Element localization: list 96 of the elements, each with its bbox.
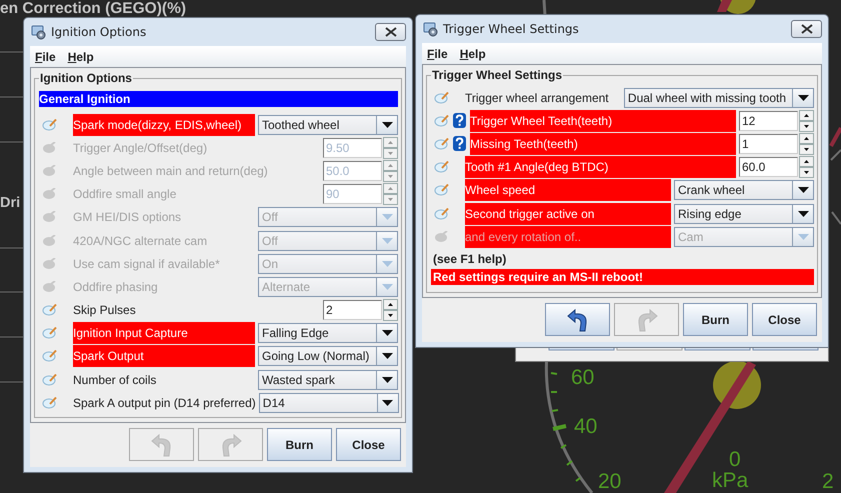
group-title: Ignition Options	[39, 71, 133, 85]
setting-label: Trigger wheel arrangement	[465, 90, 610, 107]
setting-label: Trigger Wheel Teeth(teeth)	[470, 110, 736, 132]
setting-label: Wheel speed	[465, 179, 671, 202]
setting-label: 420A/NGC alternate cam	[73, 232, 208, 250]
number-field[interactable]: 2	[323, 300, 382, 320]
dropdown[interactable]: Rising edge	[674, 204, 814, 224]
caret-icon	[382, 353, 392, 360]
dropdown[interactable]: Going Low (Normal)	[258, 346, 398, 366]
caret-icon	[382, 400, 394, 406]
window-title: Trigger Wheel Settings	[443, 22, 580, 36]
gauge-value: 0	[729, 448, 741, 471]
caret-icon	[798, 187, 808, 194]
scale-label: 60	[571, 366, 594, 389]
spinner-arrows[interactable]	[799, 132, 814, 155]
app-icon	[30, 24, 46, 40]
setting-label: Angle between main and return(deg)	[73, 162, 269, 180]
caret-icon	[798, 94, 808, 101]
gauge-needle	[829, 127, 841, 147]
setting-label: and every rotation of..	[465, 226, 671, 248]
gauge-title: Dri	[0, 195, 20, 211]
burn-button[interactable]: Burn	[267, 428, 332, 462]
setting-label: Missing Teeth(teeth)	[470, 132, 736, 155]
close-button[interactable]	[375, 23, 406, 41]
setting-label: Tooth #1 Angle(deg BTDC)	[465, 156, 736, 178]
caret-icon	[382, 260, 392, 267]
section-header: General Ignition	[39, 91, 398, 107]
scale-label: 40	[574, 415, 598, 438]
caret-icon	[382, 284, 392, 290]
edit-icon[interactable]	[434, 161, 450, 174]
setting-label: Skip Pulses	[73, 302, 137, 320]
edit-icon[interactable]	[434, 208, 450, 220]
caret-icon	[382, 376, 392, 383]
spinner-arrows[interactable]	[799, 156, 814, 178]
warning-banner: Red settings require an MS-II reboot!	[431, 269, 814, 286]
setting-label: Ignition Input Capture	[73, 322, 255, 344]
close-button[interactable]: Close	[752, 303, 817, 336]
scale-label: 20	[598, 470, 622, 493]
edit-icon[interactable]	[434, 92, 450, 104]
setting-label: Spark A output pin (D14 preferred)	[73, 394, 256, 412]
setting-label: Use cam signal if available*	[73, 256, 221, 273]
spinner-arrows[interactable]	[383, 299, 398, 322]
setting-label: Oddfire small angle	[73, 186, 178, 204]
close-icon	[800, 24, 812, 34]
help-icon[interactable]	[453, 113, 466, 128]
close-button[interactable]	[791, 20, 822, 38]
number-field[interactable]: 12	[739, 110, 798, 131]
edit-icon[interactable]	[42, 396, 58, 409]
edit-icon[interactable]	[434, 184, 450, 196]
edit-icon[interactable]	[42, 374, 58, 386]
edit-icon[interactable]	[42, 327, 58, 340]
scale-label: 2	[822, 470, 834, 493]
gauge-arc	[830, 149, 841, 161]
gauge-needle	[717, 0, 732, 12]
dropdown[interactable]: Toothed wheel	[258, 114, 398, 135]
dropdown[interactable]: Crank wheel	[674, 180, 814, 200]
menu-item[interactable]: Help	[460, 46, 486, 60]
number-field[interactable]: 1	[739, 134, 798, 154]
close-icon	[384, 27, 396, 37]
caret-icon	[798, 210, 808, 217]
edit-icon[interactable]	[42, 350, 58, 362]
dropdown[interactable]: Dual wheel with missing tooth	[624, 88, 814, 108]
setting-label: Spark mode(dizzy, EDIS,wheel)	[73, 114, 255, 136]
dropdown[interactable]: Falling Edge	[258, 323, 398, 344]
app-icon	[422, 21, 438, 37]
setting-label: Number of coils	[73, 372, 158, 389]
caret-icon	[382, 122, 392, 128]
close-button[interactable]: Close	[336, 428, 401, 462]
menu-item[interactable]: File	[427, 46, 448, 60]
setting-label: Trigger Angle/Offset(deg)	[73, 140, 208, 157]
dropdown[interactable]: Wasted spark	[258, 370, 398, 390]
caret-icon	[382, 330, 392, 336]
gauge-arc	[831, 211, 841, 225]
group-title: Trigger Wheel Settings	[431, 68, 564, 82]
dropdown[interactable]: D14	[258, 392, 399, 413]
setting-label: Spark Output	[73, 345, 255, 368]
caret-icon	[382, 214, 392, 220]
window-title: Ignition Options	[51, 25, 148, 39]
gauge-title: en Correction (GEGO)(%)	[0, 0, 186, 18]
setting-label: Second trigger active on	[465, 202, 671, 225]
edit-icon[interactable]	[42, 304, 58, 316]
help-icon[interactable]	[453, 136, 466, 152]
number-field[interactable]: 60.0	[739, 157, 798, 178]
menu-item[interactable]: File	[35, 50, 56, 64]
caret-icon	[382, 238, 392, 244]
spinner-arrows[interactable]	[799, 110, 814, 132]
menu-item[interactable]: Help	[68, 50, 94, 64]
setting-label: GM HEI/DIS options	[73, 209, 182, 226]
undo-button[interactable]	[545, 303, 610, 336]
edit-icon[interactable]	[42, 118, 58, 131]
help-note: (see F1 help)	[433, 252, 508, 266]
gauge-arc	[542, 0, 546, 16]
setting-label: Oddfire phasing	[73, 278, 159, 296]
burn-button[interactable]: Burn	[683, 303, 748, 336]
gauge-unit: kPa	[712, 469, 748, 492]
caret-icon	[798, 234, 808, 240]
